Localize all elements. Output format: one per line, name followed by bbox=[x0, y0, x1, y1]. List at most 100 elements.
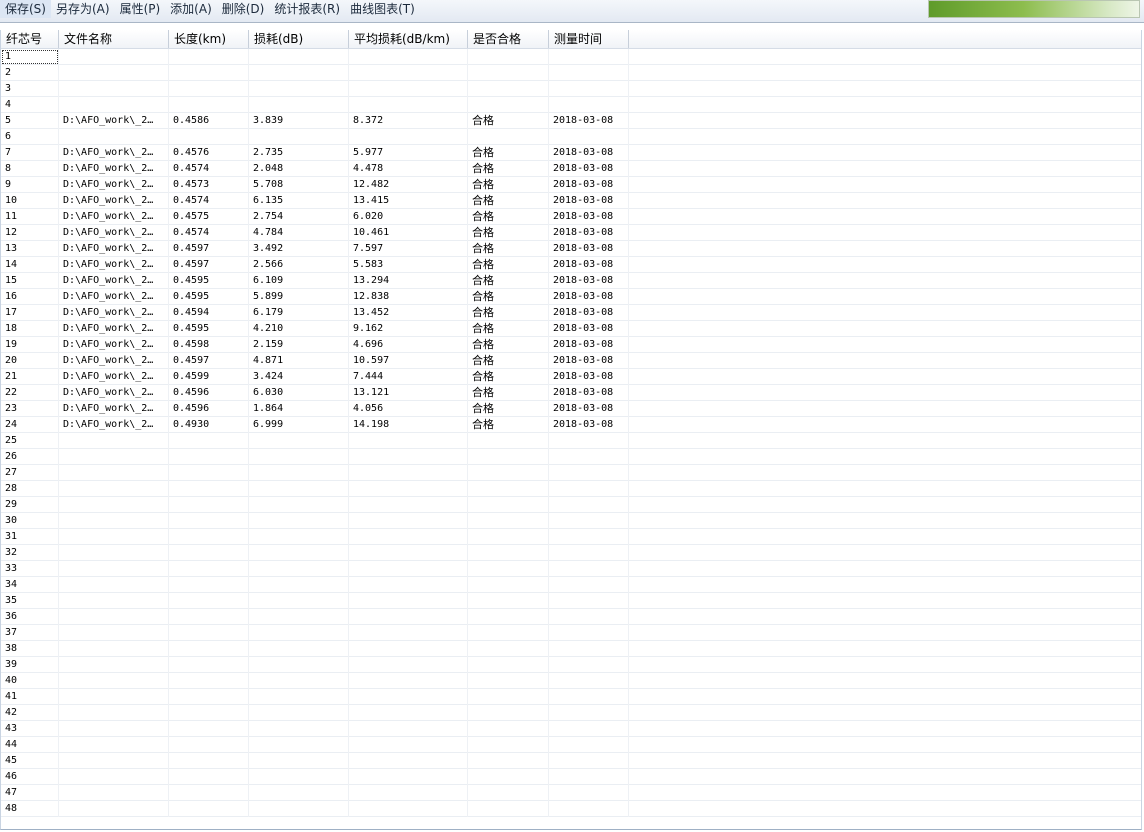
col-length-cell[interactable] bbox=[169, 705, 249, 721]
col-loss-cell[interactable]: 3.839 bbox=[249, 113, 349, 129]
col-measure-time-cell[interactable]: 2018-03-08 bbox=[549, 385, 629, 401]
col-measure-time-header[interactable]: 测量时间 bbox=[549, 30, 629, 48]
col-loss-cell[interactable]: 2.048 bbox=[249, 161, 349, 177]
col-file-name-cell[interactable] bbox=[59, 97, 169, 113]
col-fiber-no-cell[interactable]: 30 bbox=[1, 513, 59, 529]
col-file-name-cell[interactable] bbox=[59, 609, 169, 625]
table-row[interactable]: 39 bbox=[1, 657, 1141, 673]
col-measure-time-cell[interactable] bbox=[549, 561, 629, 577]
col-loss-cell[interactable] bbox=[249, 49, 349, 65]
col-avg-loss-cell[interactable]: 7.597 bbox=[349, 241, 468, 257]
col-fiber-no-cell[interactable]: 39 bbox=[1, 657, 59, 673]
table-row[interactable]: 20 D:\AFO_work\_2… 0.4597 4.871 10.597 合格 2018… bbox=[1, 353, 1141, 369]
col-measure-time-cell[interactable]: 2018-03-08 bbox=[549, 273, 629, 289]
col-loss-cell[interactable] bbox=[249, 433, 349, 449]
col-length-cell[interactable] bbox=[169, 609, 249, 625]
col-qualified-cell[interactable] bbox=[468, 433, 549, 449]
col-loss-cell[interactable]: 6.109 bbox=[249, 273, 349, 289]
col-filler-cell[interactable] bbox=[629, 321, 1141, 337]
col-loss-cell[interactable]: 6.999 bbox=[249, 417, 349, 433]
col-measure-time-cell[interactable]: 2018-03-08 bbox=[549, 225, 629, 241]
col-length-cell[interactable] bbox=[169, 769, 249, 785]
col-fiber-no-cell[interactable]: 26 bbox=[1, 449, 59, 465]
col-loss-cell[interactable] bbox=[249, 593, 349, 609]
col-length-cell[interactable]: 0.4575 bbox=[169, 209, 249, 225]
table-row[interactable]: 11 D:\AFO_work\_2… 0.4575 2.754 6.020 合格 2018-… bbox=[1, 209, 1141, 225]
col-qualified-cell[interactable] bbox=[468, 593, 549, 609]
col-length-cell[interactable] bbox=[169, 49, 249, 65]
col-measure-time-cell[interactable] bbox=[549, 97, 629, 113]
col-qualified-cell[interactable] bbox=[468, 689, 549, 705]
col-qualified-cell[interactable] bbox=[468, 801, 549, 817]
col-avg-loss-cell[interactable] bbox=[349, 129, 468, 145]
col-fiber-no-cell[interactable]: 15 bbox=[1, 273, 59, 289]
col-file-name-cell[interactable] bbox=[59, 433, 169, 449]
table-row[interactable]: 17 D:\AFO_work\_2… 0.4594 6.179 13.452 合格 2018… bbox=[1, 305, 1141, 321]
col-length-cell[interactable] bbox=[169, 785, 249, 801]
col-fiber-no-cell[interactable]: 2 bbox=[1, 65, 59, 81]
col-fiber-no-cell[interactable]: 14 bbox=[1, 257, 59, 273]
col-loss-cell[interactable] bbox=[249, 81, 349, 97]
col-filler-cell[interactable] bbox=[629, 97, 1141, 113]
col-file-name-cell[interactable] bbox=[59, 641, 169, 657]
col-avg-loss-cell[interactable]: 4.478 bbox=[349, 161, 468, 177]
col-filler-cell[interactable] bbox=[629, 513, 1141, 529]
col-qualified-cell[interactable] bbox=[468, 609, 549, 625]
table-row[interactable]: 35 bbox=[1, 593, 1141, 609]
table-row[interactable]: 16 D:\AFO_work\_2… 0.4595 5.899 12.838 合格 2018… bbox=[1, 289, 1141, 305]
table-row[interactable]: 5 D:\AFO_work\_2… 0.4586 3.839 8.372 合格 2018-0… bbox=[1, 113, 1141, 129]
col-fiber-no-cell[interactable]: 28 bbox=[1, 481, 59, 497]
col-measure-time-cell[interactable] bbox=[549, 49, 629, 65]
table-row[interactable]: 44 bbox=[1, 737, 1141, 753]
col-avg-loss-cell[interactable] bbox=[349, 625, 468, 641]
col-qualified-cell[interactable] bbox=[468, 465, 549, 481]
col-qualified-cell[interactable]: 合格 bbox=[468, 305, 549, 321]
col-filler-cell[interactable] bbox=[629, 305, 1141, 321]
col-measure-time-cell[interactable] bbox=[549, 545, 629, 561]
col-filler-cell[interactable] bbox=[629, 593, 1141, 609]
col-loss-cell[interactable]: 6.030 bbox=[249, 385, 349, 401]
col-measure-time-cell[interactable] bbox=[549, 705, 629, 721]
col-qualified-cell[interactable] bbox=[468, 705, 549, 721]
col-qualified-cell[interactable] bbox=[468, 753, 549, 769]
col-measure-time-cell[interactable]: 2018-03-08 bbox=[549, 209, 629, 225]
col-measure-time-cell[interactable]: 2018-03-08 bbox=[549, 321, 629, 337]
col-fiber-no-cell[interactable]: 10 bbox=[1, 193, 59, 209]
col-loss-cell[interactable] bbox=[249, 129, 349, 145]
col-qualified-cell[interactable]: 合格 bbox=[468, 273, 549, 289]
col-length-cell[interactable] bbox=[169, 753, 249, 769]
col-qualified-cell[interactable] bbox=[468, 497, 549, 513]
col-fiber-no-cell[interactable]: 45 bbox=[1, 753, 59, 769]
col-length-cell[interactable] bbox=[169, 577, 249, 593]
col-file-name-cell[interactable] bbox=[59, 529, 169, 545]
table-row[interactable]: 34 bbox=[1, 577, 1141, 593]
col-avg-loss-cell[interactable] bbox=[349, 49, 468, 65]
menu-delete[interactable]: 删除(D) bbox=[217, 0, 270, 18]
col-file-name-cell[interactable]: D:\AFO_work\_2… bbox=[59, 369, 169, 385]
col-qualified-cell[interactable] bbox=[468, 97, 549, 113]
col-length-cell[interactable] bbox=[169, 97, 249, 113]
col-qualified-cell[interactable]: 合格 bbox=[468, 369, 549, 385]
col-loss-cell[interactable] bbox=[249, 641, 349, 657]
col-measure-time-cell[interactable]: 2018-03-08 bbox=[549, 353, 629, 369]
col-filler-cell[interactable] bbox=[629, 289, 1141, 305]
table-row[interactable]: 26 bbox=[1, 449, 1141, 465]
col-measure-time-cell[interactable]: 2018-03-08 bbox=[549, 305, 629, 321]
col-length-cell[interactable] bbox=[169, 481, 249, 497]
col-loss-cell[interactable]: 4.210 bbox=[249, 321, 349, 337]
col-measure-time-cell[interactable] bbox=[549, 129, 629, 145]
col-measure-time-cell[interactable] bbox=[549, 513, 629, 529]
col-length-cell[interactable] bbox=[169, 593, 249, 609]
col-file-name-cell[interactable] bbox=[59, 721, 169, 737]
col-avg-loss-cell[interactable] bbox=[349, 497, 468, 513]
col-length-cell[interactable] bbox=[169, 673, 249, 689]
col-file-name-cell[interactable] bbox=[59, 577, 169, 593]
col-fiber-no-cell[interactable]: 7 bbox=[1, 145, 59, 161]
col-avg-loss-cell[interactable] bbox=[349, 657, 468, 673]
col-file-name-cell[interactable] bbox=[59, 65, 169, 81]
col-qualified-cell[interactable]: 合格 bbox=[468, 225, 549, 241]
col-fiber-no-cell[interactable]: 48 bbox=[1, 801, 59, 817]
table-row[interactable]: 1 bbox=[1, 49, 1141, 65]
col-avg-loss-cell[interactable] bbox=[349, 449, 468, 465]
col-avg-loss-cell[interactable] bbox=[349, 609, 468, 625]
